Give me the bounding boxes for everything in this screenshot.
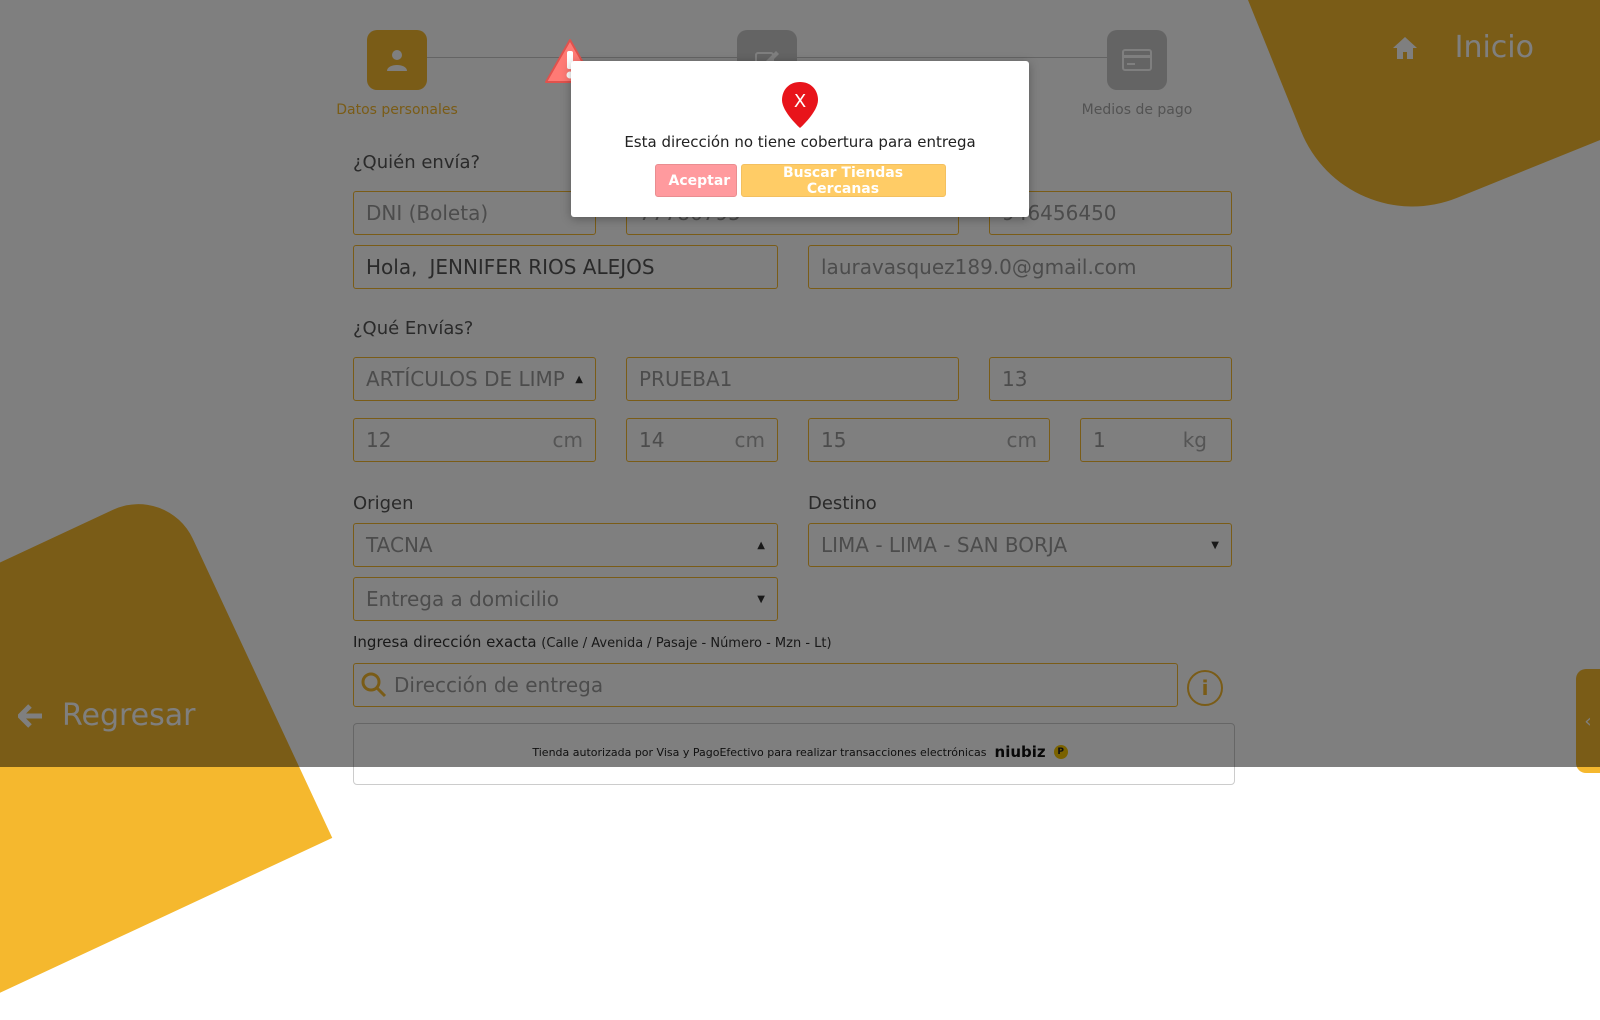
error-dialog: X Esta dirección no tiene cobertura para… <box>571 61 1029 217</box>
map-pin-error-icon: X <box>782 82 818 128</box>
accept-button[interactable]: Aceptar <box>654 164 737 197</box>
pin-letter: X <box>794 91 806 112</box>
dialog-actions: Aceptar Buscar Tiendas Cercanas <box>571 164 1029 197</box>
dialog-message: Esta dirección no tiene cobertura para e… <box>624 133 976 151</box>
search-nearby-stores-button[interactable]: Buscar Tiendas Cercanas <box>740 164 946 197</box>
